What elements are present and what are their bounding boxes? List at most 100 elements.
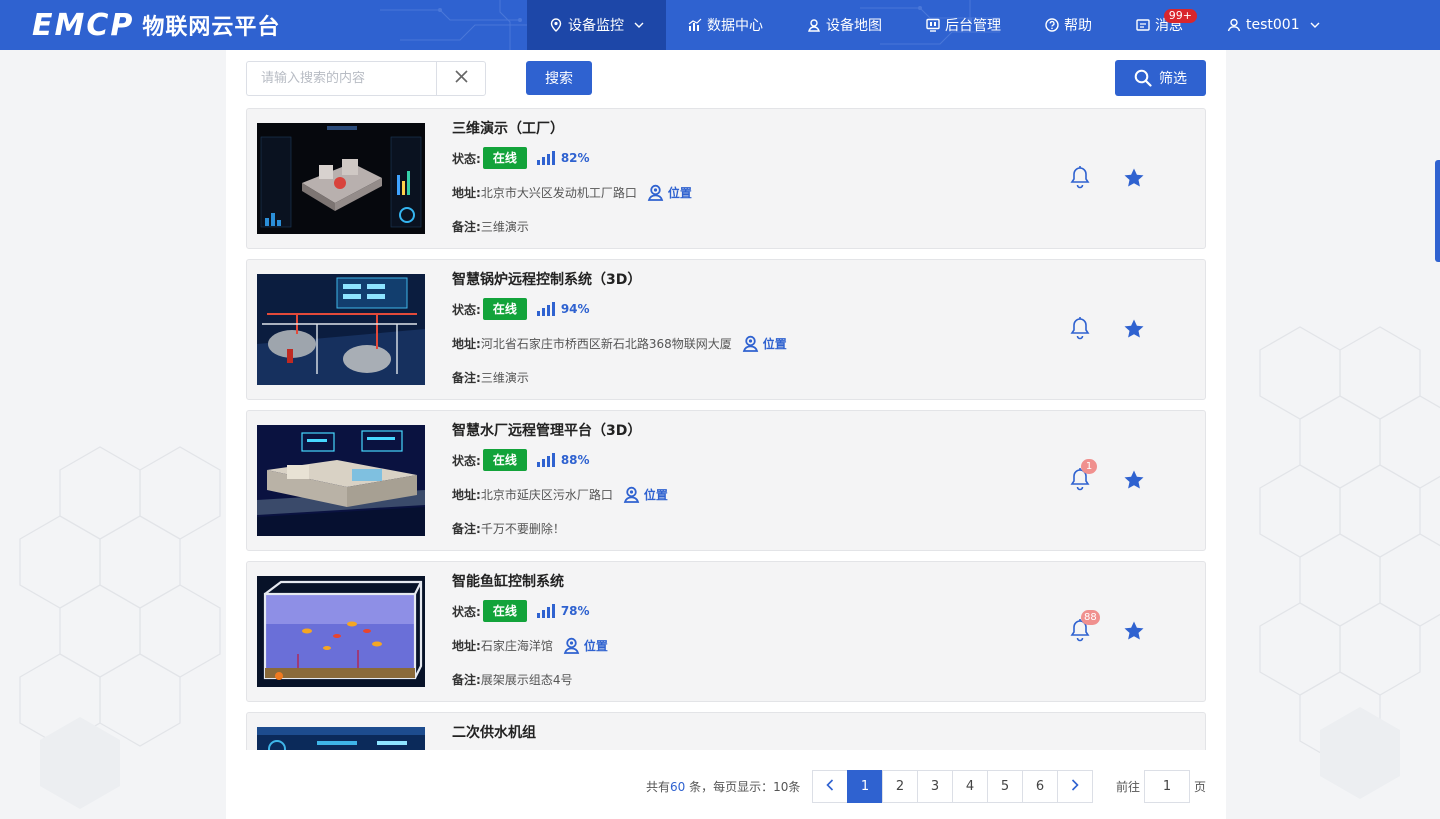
device-thumbnail[interactable]	[257, 425, 425, 536]
clear-search-button[interactable]	[436, 61, 486, 96]
device-note: 千万不要删除！	[480, 521, 565, 536]
nav-user-menu[interactable]: test001	[1205, 0, 1342, 50]
location-person-icon	[742, 335, 759, 352]
total-count: 60	[670, 780, 686, 794]
status-badge: 在线	[482, 298, 527, 320]
bar-chart-icon	[688, 18, 702, 32]
pagination-total: 共有60 条，每页显示：10条	[646, 780, 801, 794]
page-button[interactable]: 6	[1022, 770, 1058, 803]
pagination: 共有60 条，每页显示：10条 1 2 3 4 5 6 前往 页	[226, 770, 1226, 804]
nav-help[interactable]: 帮助	[1023, 0, 1114, 50]
top-navbar: EMCP 物联网云平台 设备监控 数据中心 设备地图 后台管理 帮助 消息 99…	[0, 0, 1440, 50]
star-icon	[1123, 470, 1145, 495]
alarm-bell-button[interactable]: 88	[1069, 610, 1100, 646]
search-input[interactable]	[246, 61, 436, 96]
nav-messages[interactable]: 消息 99+	[1114, 0, 1205, 50]
status-label: 状态:	[452, 453, 481, 468]
signal-percent: 88%	[560, 453, 590, 467]
location-label: 位置	[762, 336, 787, 351]
nav-admin[interactable]: 后台管理	[904, 0, 1023, 50]
nav-data-center[interactable]: 数据中心	[666, 0, 785, 50]
bell-icon	[1069, 317, 1091, 344]
page-button[interactable]: 5	[987, 770, 1023, 803]
close-icon	[454, 70, 468, 87]
alarm-bell-button[interactable]: 1	[1069, 459, 1097, 493]
nav-label: 数据中心	[707, 18, 763, 34]
location-link[interactable]: 位置	[647, 184, 692, 201]
page-button[interactable]: 4	[952, 770, 988, 803]
note-label: 备注:	[452, 370, 481, 385]
location-link[interactable]: 位置	[623, 486, 668, 503]
device-title[interactable]: 智慧锅炉远程控制系统（3D）	[452, 270, 787, 290]
signal-strength-icon	[536, 604, 555, 618]
device-thumbnail[interactable]	[257, 274, 425, 385]
nav-device-monitor[interactable]: 设备监控	[527, 0, 666, 50]
star-icon	[1123, 319, 1145, 344]
platform-name: 物联网云平台	[142, 15, 281, 40]
main-nav: 设备监控 数据中心 设备地图 后台管理 帮助 消息 99+ test001	[527, 0, 1342, 50]
message-count-badge: 99+	[1163, 9, 1197, 23]
star-icon	[1123, 621, 1145, 646]
device-card[interactable]: 智慧水厂远程管理平台（3D） 状态: 在线 88% 地址: 北京市延庆区污水厂路…	[246, 410, 1206, 551]
brand-logo[interactable]: EMCP 物联网云平台	[32, 8, 281, 43]
chevron-right-icon	[1071, 778, 1079, 795]
favorite-button[interactable]	[1123, 167, 1145, 189]
page-button[interactable]: 3	[917, 770, 953, 803]
favorite-button[interactable]	[1123, 620, 1145, 642]
bell-icon	[1069, 166, 1091, 193]
device-note: 三维演示	[480, 370, 529, 385]
device-address: 石家庄海洋馆	[480, 638, 553, 653]
signal-percent: 82%	[560, 151, 590, 165]
device-note: 展架展示组态4号	[480, 672, 573, 687]
side-drawer-tab[interactable]	[1435, 160, 1440, 262]
nav-label: 设备监控	[568, 18, 624, 34]
next-page-button[interactable]	[1057, 770, 1093, 803]
filter-label: 筛选	[1159, 71, 1187, 87]
device-address: 河北省石家庄市桥西区新石北路368物联网大厦	[480, 336, 732, 351]
alarm-bell-button[interactable]	[1069, 165, 1093, 191]
device-address: 北京市延庆区污水厂路口	[480, 487, 613, 502]
chevron-left-icon	[826, 778, 834, 795]
bell-icon	[1069, 619, 1091, 646]
device-title[interactable]: 三维演示（工厂）	[452, 119, 692, 139]
device-note: 三维演示	[480, 219, 529, 234]
nav-device-map[interactable]: 设备地图	[785, 0, 904, 50]
favorite-button[interactable]	[1123, 318, 1145, 340]
user-icon	[1227, 18, 1241, 32]
device-list-panel: 搜索 筛选	[226, 50, 1226, 819]
status-badge: 在线	[482, 147, 527, 169]
page-button[interactable]: 1	[847, 770, 883, 803]
location-link[interactable]: 位置	[742, 335, 787, 352]
device-title[interactable]: 二次供水机组	[452, 723, 536, 743]
device-card[interactable]: 三维演示（工厂） 状态: 在线 82% 地址: 北京市大兴区发动机工厂路口 位置	[246, 108, 1206, 249]
address-label: 地址:	[452, 638, 481, 653]
device-card[interactable]: 智慧锅炉远程控制系统（3D） 状态: 在线 94% 地址: 河北省石家庄市桥西区…	[246, 259, 1206, 400]
device-title[interactable]: 智慧水厂远程管理平台（3D）	[452, 421, 668, 441]
signal-strength-icon	[536, 453, 555, 467]
device-thumbnail[interactable]	[257, 727, 425, 750]
device-title[interactable]: 智能鱼缸控制系统	[452, 572, 608, 592]
location-person-icon	[807, 18, 821, 32]
location-link[interactable]: 位置	[563, 637, 608, 654]
page-button[interactable]: 2	[882, 770, 918, 803]
device-card[interactable]: 二次供水机组	[246, 712, 1206, 750]
question-circle-icon	[1045, 18, 1059, 32]
search-icon	[1134, 69, 1152, 87]
username: test001	[1246, 17, 1300, 33]
favorite-button[interactable]	[1123, 469, 1145, 491]
signal-strength-icon	[536, 302, 555, 316]
prev-page-button[interactable]	[812, 770, 848, 803]
alarm-bell-button[interactable]	[1069, 316, 1093, 342]
device-card[interactable]: 智能鱼缸控制系统 状态: 在线 78% 地址: 石家庄海洋馆 位置 备注: 展架…	[246, 561, 1206, 702]
status-label: 状态:	[452, 604, 481, 619]
filter-button[interactable]: 筛选	[1115, 60, 1206, 96]
goto-page-input[interactable]	[1144, 770, 1190, 803]
device-thumbnail[interactable]	[257, 123, 425, 234]
device-thumbnail[interactable]	[257, 576, 425, 687]
nav-label: 设备地图	[826, 18, 882, 34]
search-button[interactable]: 搜索	[526, 61, 592, 95]
chevron-down-icon	[634, 22, 644, 28]
address-label: 地址:	[452, 487, 481, 502]
location-person-icon	[647, 184, 664, 201]
device-list[interactable]: 三维演示（工厂） 状态: 在线 82% 地址: 北京市大兴区发动机工厂路口 位置	[246, 108, 1206, 750]
